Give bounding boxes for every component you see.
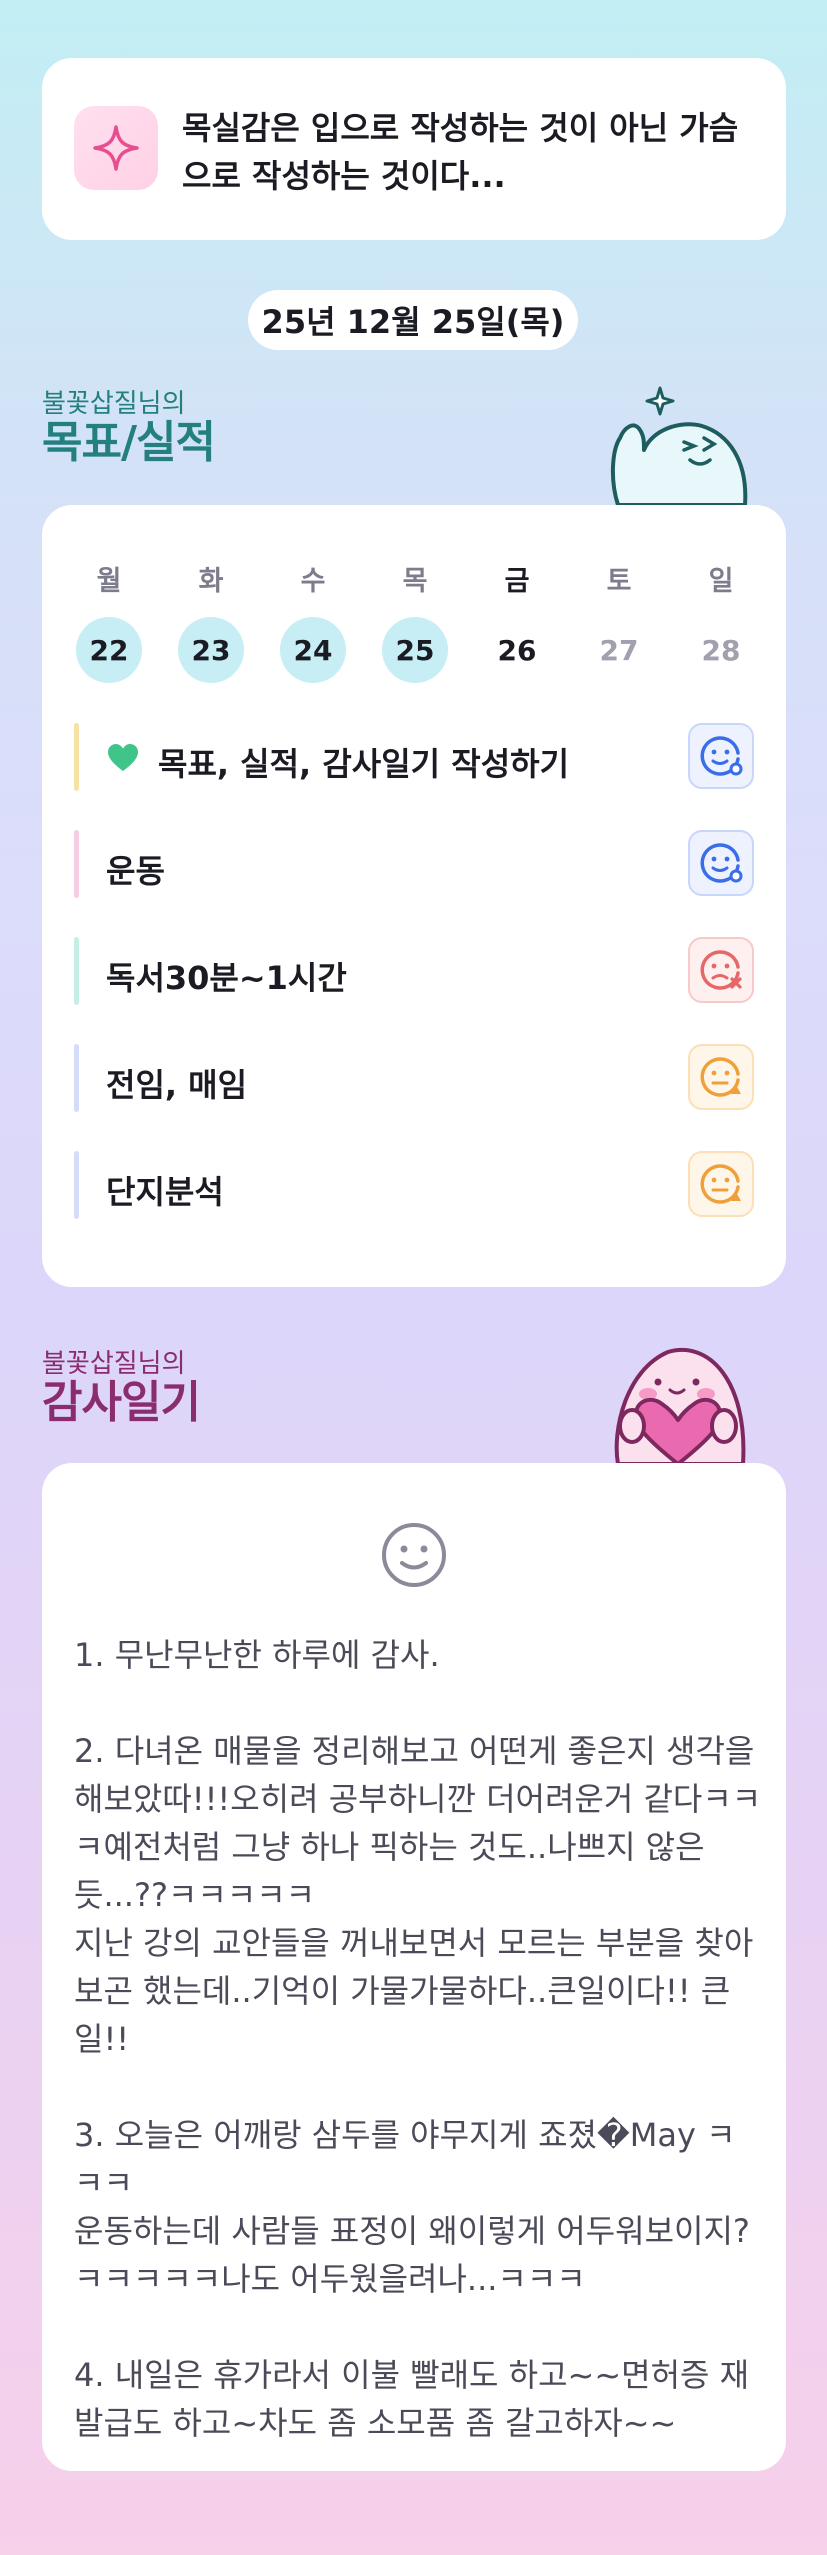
weekday-sat[interactable]: 토 27	[584, 559, 654, 683]
goal-status-done[interactable]	[688, 830, 754, 896]
goal-item[interactable]: 목표, 실적, 감사일기 작성하기	[74, 723, 754, 791]
weekday-mon[interactable]: 월 22	[74, 559, 144, 683]
goal-color-bar	[74, 937, 79, 1005]
goal-label: 단지분석	[106, 1173, 224, 1211]
happy-face-icon	[700, 843, 743, 883]
goal-label: 전임, 매임	[106, 1066, 248, 1104]
goal-color-bar	[74, 1151, 79, 1219]
diary-section-title: 불꽃삽질님의 감사일기	[42, 1349, 201, 1428]
weekday-thu[interactable]: 목 25	[380, 559, 450, 683]
weekday-label: 월	[96, 566, 122, 597]
goal-status-partial[interactable]	[688, 1151, 754, 1217]
goal-item[interactable]: 단지분석	[74, 1151, 754, 1219]
sparkle-icon	[74, 106, 158, 190]
weekday-date: 24	[280, 617, 346, 683]
goal-label: 목표, 실적, 감사일기 작성하기	[158, 745, 570, 783]
green-heart-icon	[106, 743, 140, 777]
weekday-wed[interactable]: 수 24	[278, 559, 348, 683]
weekday-date: 22	[76, 617, 142, 683]
weekday-label: 목	[402, 566, 428, 597]
diary-text: 1. 무난무난한 하루에 감사. 2. 다녀온 매물을 정리해보고 어떤게 좋은…	[74, 1636, 762, 2442]
weekday-label: 화	[198, 566, 224, 597]
weekday-date: 26	[497, 633, 537, 667]
mascot-illustration	[610, 386, 748, 505]
neutral-smile-icon[interactable]	[380, 1521, 448, 1589]
goal-color-bar	[74, 1044, 79, 1112]
weekday-label: 일	[708, 566, 734, 597]
goal-status-failed[interactable]	[688, 937, 754, 1003]
diary-section-heading: 감사일기	[42, 1377, 201, 1428]
weekday-sun[interactable]: 일 28	[686, 559, 756, 683]
goal-label: 독서30분~1시간	[106, 959, 347, 997]
happy-face-icon	[700, 736, 743, 776]
heart-mascot-illustration	[614, 1348, 746, 1464]
goal-label: 운동	[106, 852, 165, 890]
sad-face-icon	[700, 950, 742, 990]
weekday-fri[interactable]: 금 26	[482, 559, 552, 683]
neutral-face-icon	[700, 1164, 741, 1204]
weekday-date: 27	[599, 633, 639, 667]
goals-section-title: 불꽃삽질님의 목표/실적	[42, 389, 216, 468]
goal-status-partial[interactable]	[688, 1044, 754, 1110]
goal-item[interactable]: 독서30분~1시간	[74, 937, 754, 1005]
goal-status-done[interactable]	[688, 723, 754, 789]
date-pill[interactable]: 25년 12월 25일(목)	[248, 290, 578, 350]
goal-color-bar	[74, 830, 79, 898]
diary-section-subtitle: 불꽃삽질님의	[42, 1349, 186, 1379]
goal-item[interactable]: 운동	[74, 830, 754, 898]
weekday-date: 23	[178, 617, 244, 683]
weekday-label: 토	[606, 566, 632, 597]
diary-card: 1. 무난무난한 하루에 감사. 2. 다녀온 매물을 정리해보고 어떤게 좋은…	[42, 1463, 786, 2471]
weekday-date: 28	[701, 633, 741, 667]
weekday-tue[interactable]: 화 23	[176, 559, 246, 683]
weekday-label: 수	[300, 566, 326, 597]
goal-item[interactable]: 전임, 매임	[74, 1044, 754, 1112]
goals-card: 월 22 화 23 수 24 목 25 금 26 토 27 일 28 목표, 실…	[42, 505, 786, 1287]
goals-section-heading: 목표/실적	[42, 417, 216, 468]
goal-color-bar	[74, 723, 79, 791]
weekday-date: 25	[382, 617, 448, 683]
weekday-label: 금	[504, 566, 530, 597]
neutral-face-icon	[700, 1057, 741, 1097]
quote-card: 목실감은 입으로 작성하는 것이 아닌 가슴으로 작성하는 것이다...	[42, 58, 786, 240]
quote-text: 목실감은 입으로 작성하는 것이 아닌 가슴으로 작성하는 것이다...	[182, 109, 739, 195]
goals-section-subtitle: 불꽃삽질님의	[42, 389, 186, 419]
